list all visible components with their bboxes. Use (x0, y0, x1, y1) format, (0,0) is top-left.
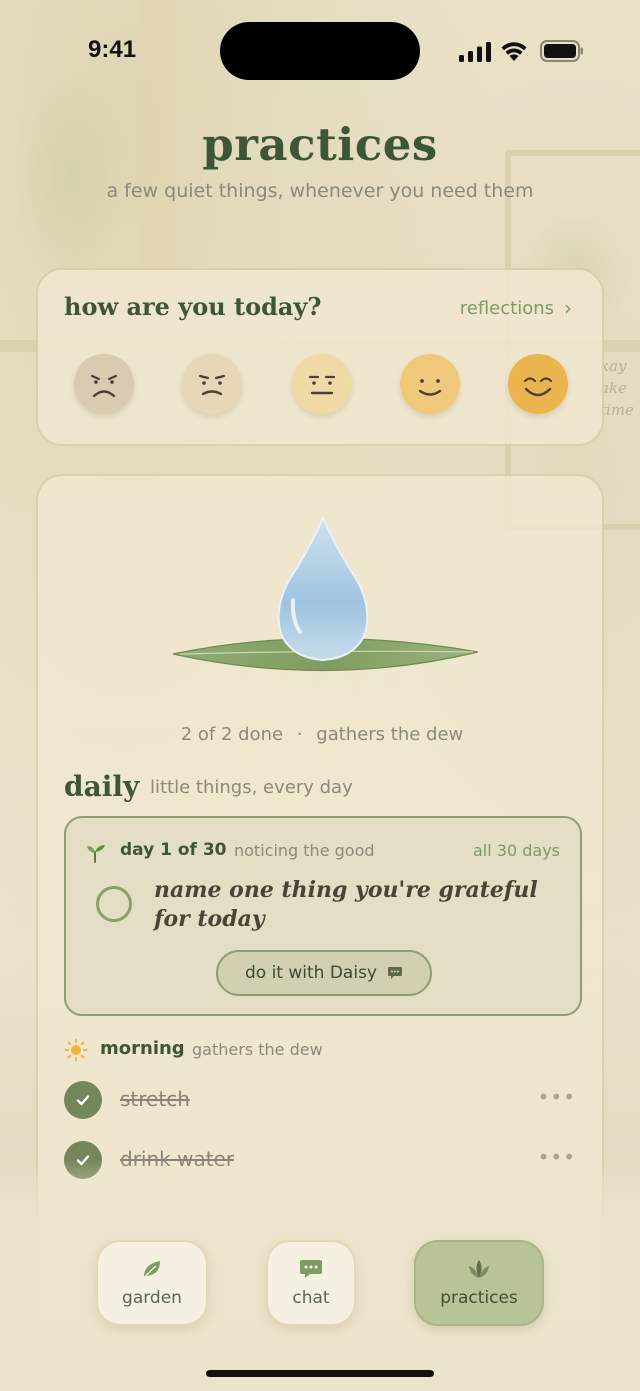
chat-bubble-icon (300, 1260, 322, 1278)
background-sign: kay ake time (600, 357, 634, 419)
mood-question: how are you today? (64, 292, 322, 321)
dew-progress-count: 2 of 2 done (180, 724, 284, 745)
dew-drop-illustration (172, 515, 479, 672)
content-face-icon[interactable] (400, 354, 460, 414)
cellular-signal-icon (459, 42, 491, 62)
tab-chat-label: chat (292, 1288, 330, 1308)
checkmark-icon[interactable] (64, 1081, 102, 1119)
more-options-icon[interactable]: ••• (538, 1085, 576, 1109)
neutral-face-icon[interactable] (292, 354, 352, 414)
daily-heading: daily (64, 770, 140, 803)
chat-bubble-icon (388, 967, 402, 979)
sprout-icon (87, 845, 105, 863)
all-days-link[interactable]: all 30 days (473, 841, 560, 860)
page-subtitle: a few quiet things, whenever you need th… (106, 180, 534, 202)
happy-face-icon[interactable] (508, 354, 568, 414)
tab-chat[interactable]: chat (266, 1240, 356, 1326)
battery-icon (540, 40, 583, 62)
mood-faces (74, 354, 570, 418)
chevron-right-icon: › (564, 296, 572, 320)
challenge-prompt: name one thing you're grateful for today (154, 877, 538, 932)
sun-icon (64, 1038, 88, 1062)
tab-garden[interactable]: garden (96, 1240, 208, 1326)
tab-practices[interactable]: practices (414, 1240, 544, 1326)
tab-practices-label: practices (440, 1288, 518, 1308)
leaf-icon (143, 1261, 160, 1279)
daily-challenge-card[interactable]: day 1 of 30 noticing the good all 30 day… (64, 816, 582, 1016)
challenge-theme: noticing the good (234, 841, 375, 860)
very-sad-face-icon[interactable] (74, 354, 134, 414)
reflections-link[interactable]: reflections › (460, 296, 572, 320)
challenge-checkbox[interactable] (96, 886, 132, 922)
reflections-label: reflections (459, 297, 554, 319)
morning-section-header: morning gathers the dew (64, 1036, 582, 1066)
task-row[interactable]: stretch ••• (64, 1081, 582, 1121)
task-label: stretch (120, 1087, 190, 1111)
dew-progress-line: 2 of 2 done · gathers the dew (38, 724, 606, 745)
dynamic-island (220, 22, 420, 80)
status-time: 9:41 (88, 36, 137, 63)
morning-heading: morning (100, 1038, 185, 1059)
mood-check-in-card: how are you today? reflections › (36, 268, 604, 446)
daisy-button-label: do it with Daisy (244, 963, 377, 983)
do-it-with-daisy-button[interactable]: do it with Daisy (216, 950, 432, 996)
sad-face-icon[interactable] (182, 354, 242, 414)
dew-separator: · (296, 724, 303, 745)
dew-status: gathers the dew (316, 724, 464, 745)
wifi-icon (501, 42, 527, 61)
page-title: practices (202, 118, 438, 171)
challenge-day-label: day 1 of 30 (120, 840, 227, 860)
status-bar: 9:41 (0, 0, 640, 100)
lotus-icon (469, 1260, 489, 1278)
tab-garden-label: garden (122, 1288, 182, 1308)
home-indicator[interactable] (206, 1370, 434, 1377)
morning-subheading: gathers the dew (192, 1040, 323, 1059)
daily-subheading: little things, every day (150, 777, 353, 798)
